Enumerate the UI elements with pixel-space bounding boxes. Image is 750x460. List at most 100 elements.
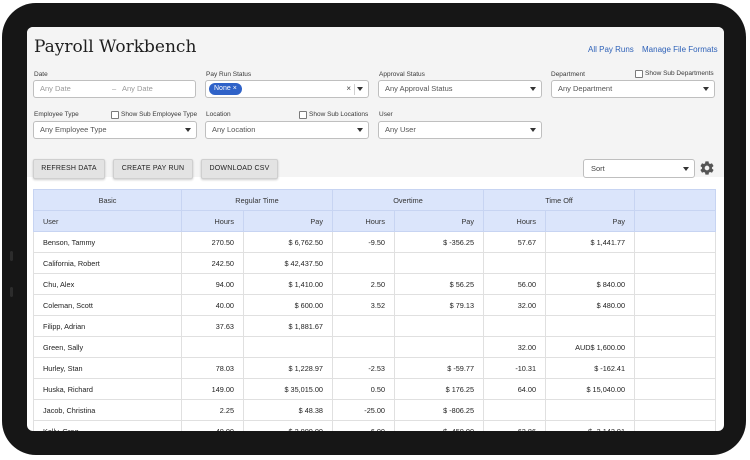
table-row[interactable]: California, Robert 242.50 $ 42,437.50 [33, 252, 717, 274]
cell-overtime-pay: $ 56.25 [393, 273, 485, 295]
gear-icon[interactable] [699, 160, 715, 176]
cell-regular-pay: $ 1,410.00 [243, 273, 333, 295]
group-header-row: Basic Regular Time Overtime Time Off [33, 189, 717, 211]
cell-empty [634, 399, 717, 421]
cell-timeoff-hours: 32.00 [483, 294, 547, 316]
filter-panel: Payroll Workbench All Pay Runs Manage Fi… [27, 27, 724, 177]
column-header-overtime-pay[interactable]: Pay [393, 210, 485, 232]
location-value: Any Location [212, 125, 256, 134]
date-to-input[interactable]: Any Date [122, 81, 153, 97]
date-range-separator: – [112, 84, 117, 93]
cell-overtime-pay: $ 176.25 [393, 378, 485, 400]
payroll-table-body: Benson, Tammy 270.50 $ 6,762.50 -9.50 $ -356… [33, 231, 717, 431]
cell-user: Hurley, Stan [33, 357, 182, 379]
cell-regular-pay: $ 42,437.50 [243, 252, 333, 274]
table-row[interactable]: Huska, Richard 149.00 $ 35,015.00 0.50 $ 176… [33, 378, 717, 400]
cell-overtime-hours: -6.00 [332, 420, 395, 431]
cell-empty [634, 378, 717, 400]
department-select[interactable]: Any Department [551, 80, 715, 98]
employee-type-select[interactable]: Any Employee Type [33, 121, 197, 139]
table-row[interactable]: Hurley, Stan 78.03 $ 1,228.97 -2.53 $ -59.77… [33, 357, 717, 379]
chip-close-icon[interactable]: × [233, 85, 237, 92]
cell-regular-hours: 94.00 [181, 273, 244, 295]
cell-user: Filipp, Adrian [33, 315, 182, 337]
chevron-down-icon[interactable] [357, 128, 363, 132]
cell-timeoff-pay: $ 480.00 [545, 294, 636, 316]
chevron-down-icon[interactable] [357, 87, 363, 91]
cell-regular-pay: $ 600.00 [243, 294, 333, 316]
show-sub-employee-type-checkbox[interactable]: Show Sub Employee Type [111, 111, 197, 119]
cell-overtime-hours: -9.50 [332, 231, 395, 253]
cell-timeoff-pay [545, 399, 636, 421]
table-row[interactable]: Coleman, Scott 40.00 $ 600.00 3.52 $ 79.13 32… [33, 294, 717, 316]
cell-empty [634, 315, 717, 337]
group-header-overtime: Overtime [331, 189, 485, 211]
table-row[interactable]: Filipp, Adrian 37.63 $ 1,881.67 [33, 315, 717, 337]
group-header-time-off: Time Off [483, 189, 636, 211]
chevron-down-icon[interactable] [530, 128, 536, 132]
pay-run-status-select[interactable]: None × × [205, 80, 369, 98]
cell-timeoff-hours: -10.31 [483, 357, 547, 379]
download-csv-button[interactable]: DOWNLOAD CSV [201, 159, 278, 179]
cell-timeoff-pay: $ 840.00 [545, 273, 636, 295]
table-row[interactable]: Green, Sally 32.00 AUD$ 1,600.00 [33, 336, 717, 358]
chevron-down-icon[interactable] [185, 128, 191, 132]
tablet-screen: Payroll Workbench All Pay Runs Manage Fi… [27, 27, 724, 431]
column-header-regular-pay[interactable]: Pay [243, 210, 333, 232]
cell-overtime-hours [332, 252, 395, 274]
column-header-row: User Hours Pay Hours Pay Hours Pay [33, 210, 717, 232]
cell-user: Green, Sally [33, 336, 182, 358]
cell-regular-hours: 149.00 [181, 378, 244, 400]
table-row[interactable]: Kelly, Greg 40.00 $ 2,000.00 -6.00 $ -450.00… [33, 420, 717, 431]
user-select[interactable]: Any User [378, 121, 542, 139]
employee-type-value: Any Employee Type [40, 125, 107, 134]
cell-regular-hours: 40.00 [181, 294, 244, 316]
create-pay-run-button[interactable]: CREATE PAY RUN [113, 159, 193, 179]
column-header-regular-hours[interactable]: Hours [181, 210, 244, 232]
date-from-input[interactable]: Any Date [40, 81, 71, 97]
chevron-down-icon[interactable] [703, 87, 709, 91]
manage-file-formats-link[interactable]: Manage File Formats [642, 45, 718, 54]
cell-empty [634, 273, 717, 295]
sort-select[interactable]: Sort [583, 159, 695, 178]
cell-user: California, Robert [33, 252, 182, 274]
page-title: Payroll Workbench [34, 37, 197, 57]
column-header-overtime-hours[interactable]: Hours [332, 210, 395, 232]
cell-user: Huska, Richard [33, 378, 182, 400]
table-row[interactable]: Jacob, Christina 2.25 $ 48.38 -25.00 $ -806.… [33, 399, 717, 421]
all-pay-runs-link[interactable]: All Pay Runs [588, 45, 634, 54]
payroll-table: Basic Regular Time Overtime Time Off Use… [33, 189, 717, 431]
date-range-field[interactable]: Any Date – Any Date [33, 80, 196, 98]
cell-regular-hours: 40.00 [181, 420, 244, 431]
payroll-table-container: Basic Regular Time Overtime Time Off Use… [33, 189, 717, 431]
cell-regular-pay: $ 1,228.97 [243, 357, 333, 379]
cell-regular-pay: $ 2,000.00 [243, 420, 333, 431]
cell-overtime-pay: $ -806.25 [393, 399, 485, 421]
approval-status-select[interactable]: Any Approval Status [378, 80, 542, 98]
cell-regular-pay: $ 6,762.50 [243, 231, 333, 253]
cell-overtime-pay: $ -59.77 [393, 357, 485, 379]
cell-empty [634, 357, 717, 379]
cell-timeoff-pay: $ 15,040.00 [545, 378, 636, 400]
cell-timeoff-pay: AUD$ 1,600.00 [545, 336, 636, 358]
clear-icon[interactable]: × [346, 81, 351, 97]
chevron-down-icon[interactable] [530, 87, 536, 91]
column-header-timeoff-hours[interactable]: Hours [483, 210, 547, 232]
cell-overtime-pay [393, 252, 485, 274]
show-sub-departments-checkbox[interactable]: Show Sub Departments [635, 70, 714, 78]
cell-timeoff-pay [545, 315, 636, 337]
cell-user: Chu, Alex [33, 273, 182, 295]
column-header-timeoff-pay[interactable]: Pay [545, 210, 636, 232]
refresh-data-button[interactable]: REFRESH DATA [33, 159, 105, 179]
status-chip-none[interactable]: None × [209, 83, 242, 95]
cell-empty [634, 420, 717, 431]
table-row[interactable]: Chu, Alex 94.00 $ 1,410.00 2.50 $ 56.25 56.00… [33, 273, 717, 295]
column-header-user[interactable]: User [33, 210, 182, 232]
approval-status-value: Any Approval Status [385, 84, 453, 93]
chevron-down-icon[interactable] [683, 167, 689, 171]
show-sub-locations-checkbox[interactable]: Show Sub Locations [299, 111, 368, 119]
location-select[interactable]: Any Location [205, 121, 369, 139]
table-row[interactable]: Benson, Tammy 270.50 $ 6,762.50 -9.50 $ -356… [33, 231, 717, 253]
status-chip-label: None [214, 85, 231, 92]
cell-empty [634, 336, 717, 358]
